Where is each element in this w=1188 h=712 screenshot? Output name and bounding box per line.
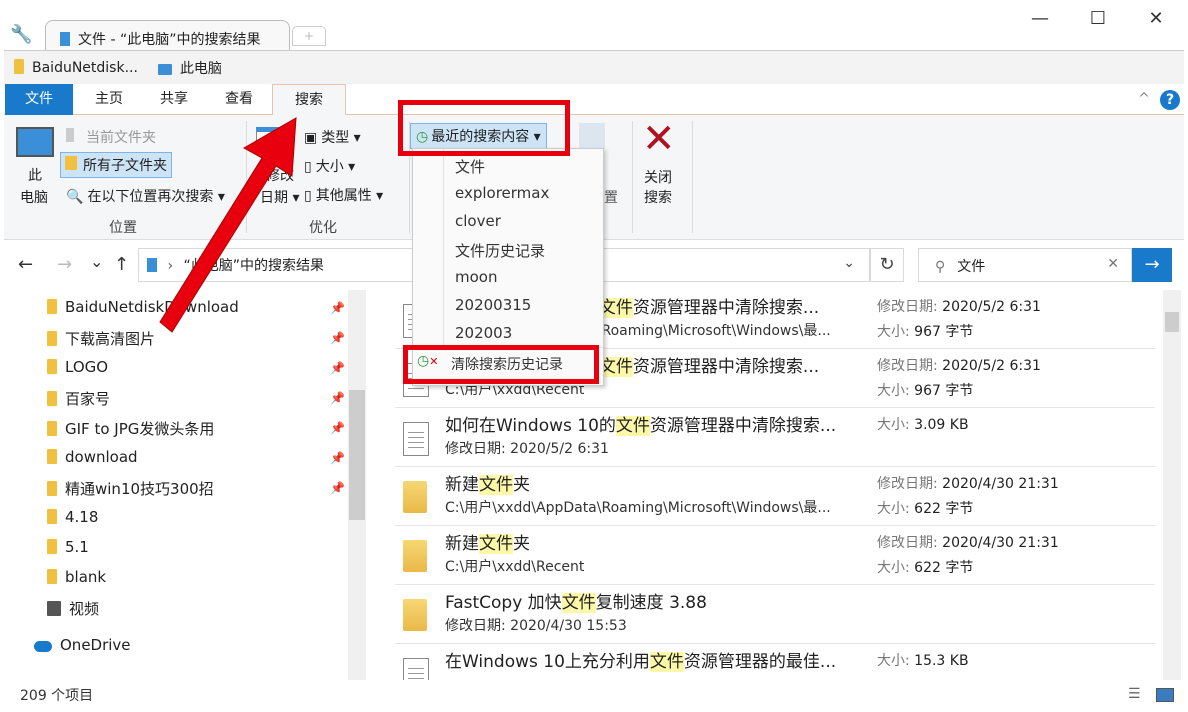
annotation-arrow bbox=[159, 117, 297, 333]
red-arrow-icon bbox=[159, 117, 297, 333]
